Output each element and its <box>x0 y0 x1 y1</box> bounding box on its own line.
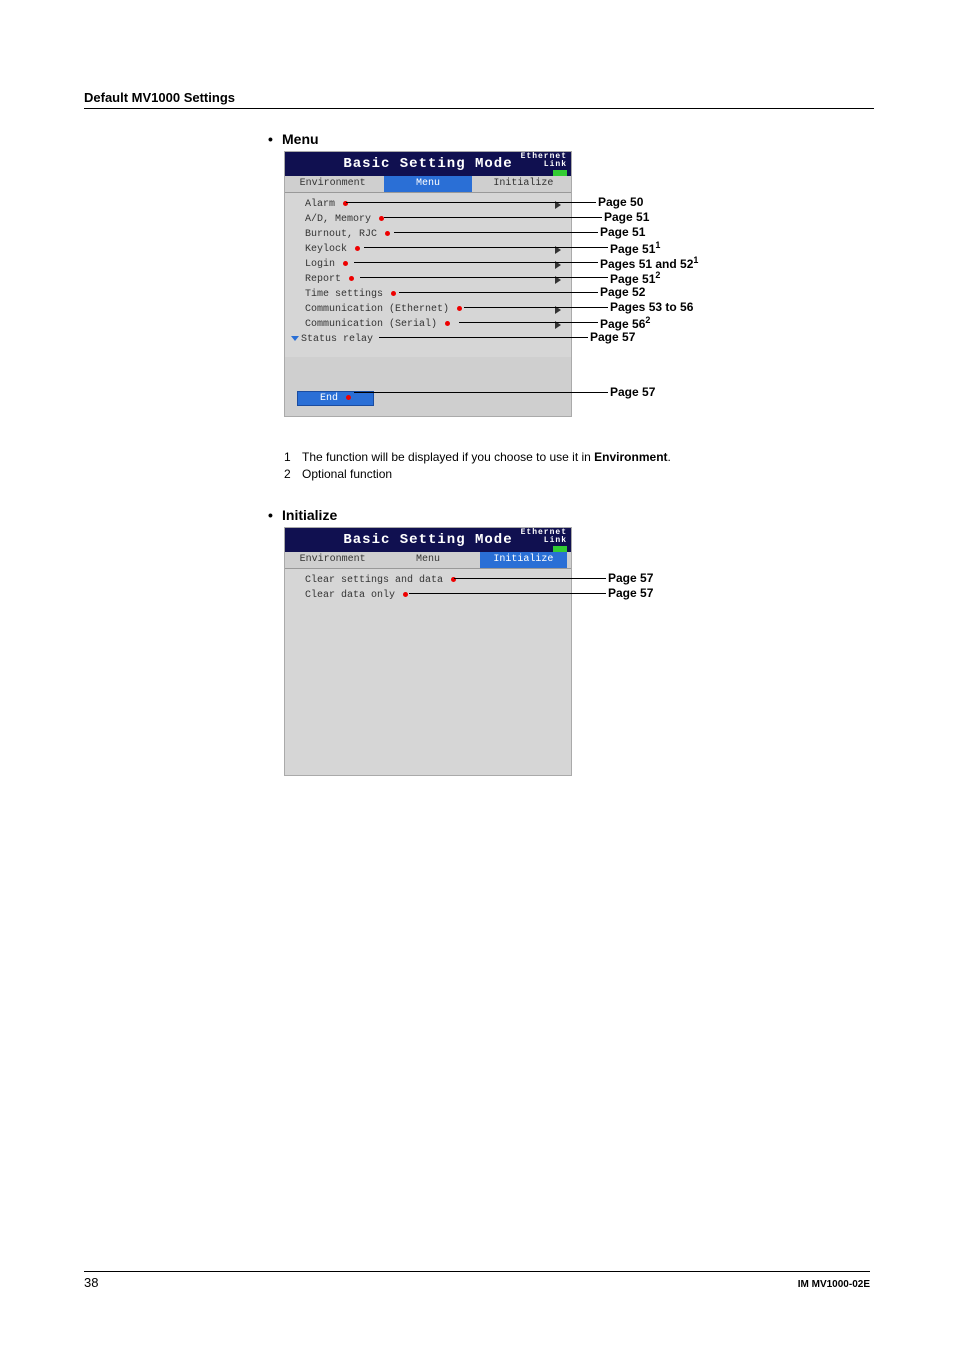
menu-item-clear-data-only[interactable]: Clear data only <box>285 588 571 603</box>
tab-menu[interactable]: Menu <box>380 552 475 568</box>
callout: Page 50 <box>598 195 643 209</box>
marker-icon <box>391 291 396 296</box>
menu-item-ad-memory[interactable]: A/D, Memory <box>285 212 571 227</box>
device-title: Basic Setting Mode EthernetLink <box>285 528 571 552</box>
leader-line <box>354 392 608 393</box>
initialize-bullet-label: Initialize <box>282 507 337 523</box>
menu-item-keylock[interactable]: Keylock <box>285 242 571 257</box>
chevron-down-icon <box>291 336 299 341</box>
menu-item-comm-ethernet[interactable]: Communication (Ethernet) <box>285 302 571 317</box>
callout: Page 57 <box>608 586 653 600</box>
tab-menu[interactable]: Menu <box>380 176 475 192</box>
leader-line <box>364 247 608 248</box>
section-header: Default MV1000 Settings <box>84 90 874 109</box>
leader-line <box>360 277 608 278</box>
leader-line <box>464 307 608 308</box>
end-button[interactable]: End <box>297 391 374 406</box>
leader-line <box>384 217 602 218</box>
marker-icon <box>445 321 450 326</box>
leader-line <box>346 202 596 203</box>
menu-item-login[interactable]: Login <box>285 257 571 272</box>
menu-area: Clear settings and data Clear data only <box>285 569 571 775</box>
menu-item-report[interactable]: Report <box>285 272 571 287</box>
menu-screenshot-wrap: Basic Setting Mode EthernetLink Environm… <box>284 151 874 431</box>
menu-bullet-label: Menu <box>282 131 319 147</box>
footnote-2: 2Optional function <box>284 466 874 483</box>
marker-icon <box>346 395 351 400</box>
leader-line <box>379 337 588 338</box>
callout: Page 512 <box>610 270 660 286</box>
callout: Page 562 <box>600 315 650 331</box>
menu-item-time-settings[interactable]: Time settings <box>285 287 571 302</box>
leader-line <box>399 292 598 293</box>
document-code: IM MV1000-02E <box>798 1279 870 1290</box>
page-number: 38 <box>84 1275 98 1290</box>
initialize-bullet: •Initialize <box>268 507 874 523</box>
marker-icon <box>403 592 408 597</box>
tab-bar: Environment Menu Initialize <box>285 176 571 193</box>
callout: Page 511 <box>610 240 660 256</box>
menu-item-burnout-rjc[interactable]: Burnout, RJC <box>285 227 571 242</box>
leader-line <box>459 322 598 323</box>
ethernet-link-indicator: EthernetLink <box>521 529 567 552</box>
marker-icon <box>457 306 462 311</box>
footer-bar: End <box>285 383 571 416</box>
device-screen-menu: Basic Setting Mode EthernetLink Environm… <box>284 151 572 417</box>
tab-initialize[interactable]: Initialize <box>476 176 571 192</box>
menu-bullet: •Menu <box>268 131 874 147</box>
device-title: Basic Setting Mode EthernetLink <box>285 152 571 176</box>
callout: Page 57 <box>608 571 653 585</box>
tab-initialize[interactable]: Initialize <box>476 552 571 568</box>
callout: Page 57 <box>610 385 655 399</box>
callout: Page 52 <box>600 285 645 299</box>
menu-item-alarm[interactable]: Alarm <box>285 197 571 212</box>
initialize-screenshot-wrap: Basic Setting Mode EthernetLink Environm… <box>284 527 874 787</box>
leader-line <box>394 232 598 233</box>
menu-item-clear-settings-data[interactable]: Clear settings and data <box>285 573 571 588</box>
leader-line <box>354 262 598 263</box>
marker-icon <box>385 231 390 236</box>
callout: Page 57 <box>590 330 635 344</box>
marker-icon <box>349 276 354 281</box>
marker-icon <box>343 261 348 266</box>
leader-line <box>454 578 606 579</box>
leader-line <box>409 593 606 594</box>
callout: Pages 51 and 521 <box>600 255 698 271</box>
tab-environment[interactable]: Environment <box>285 176 380 192</box>
device-screen-initialize: Basic Setting Mode EthernetLink Environm… <box>284 527 572 776</box>
callout: Page 51 <box>600 225 645 239</box>
callout: Pages 53 to 56 <box>610 300 693 314</box>
ethernet-link-indicator: EthernetLink <box>521 153 567 176</box>
footnote-1: 1The function will be displayed if you c… <box>284 449 874 466</box>
tab-environment[interactable]: Environment <box>285 552 380 568</box>
tab-bar: Environment Menu Initialize <box>285 552 571 569</box>
footer-rule <box>84 1271 870 1272</box>
marker-icon <box>355 246 360 251</box>
footnotes: 1The function will be displayed if you c… <box>284 449 874 483</box>
status-relay-row[interactable]: Status relay <box>285 332 571 347</box>
menu-item-comm-serial[interactable]: Communication (Serial) <box>285 317 571 332</box>
callout: Page 51 <box>604 210 649 224</box>
